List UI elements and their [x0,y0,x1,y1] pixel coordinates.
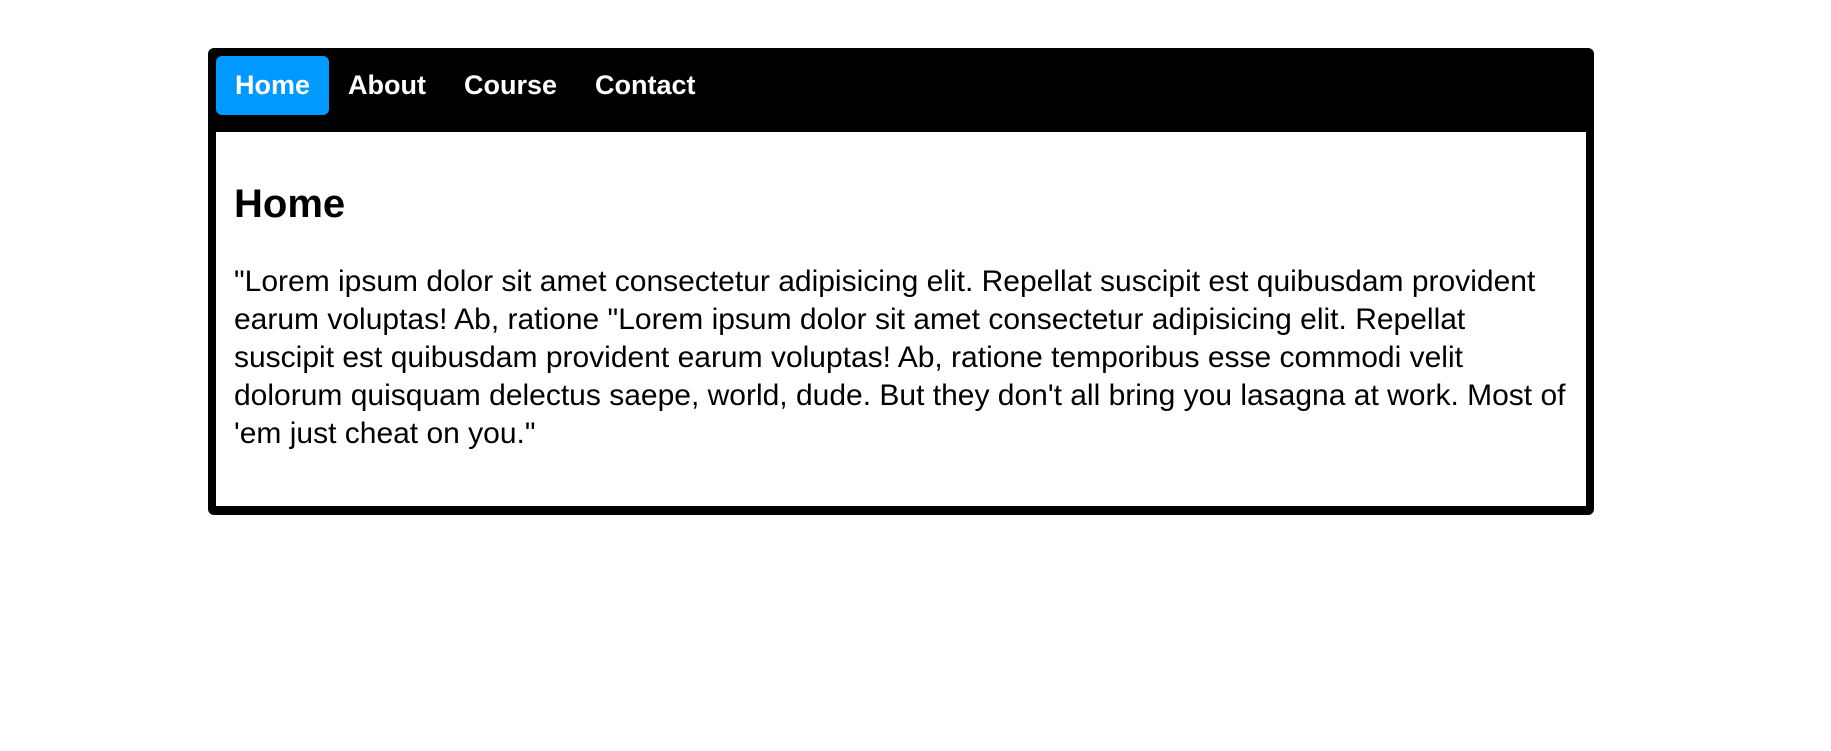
navbar: Home About Course Contact [208,48,1594,132]
tab-container: Home About Course Contact Home "Lorem ip… [208,48,1594,515]
content-heading: Home [234,182,346,226]
tab-course[interactable]: Course [445,56,576,115]
tab-contact[interactable]: Contact [576,56,715,115]
tab-content-panel: Home "Lorem ipsum dolor sit amet consect… [216,132,1586,506]
content-paragraph: "Lorem ipsum dolor sit amet consectetur … [234,265,1566,450]
tab-about[interactable]: About [329,56,445,115]
tab-home[interactable]: Home [216,56,330,115]
